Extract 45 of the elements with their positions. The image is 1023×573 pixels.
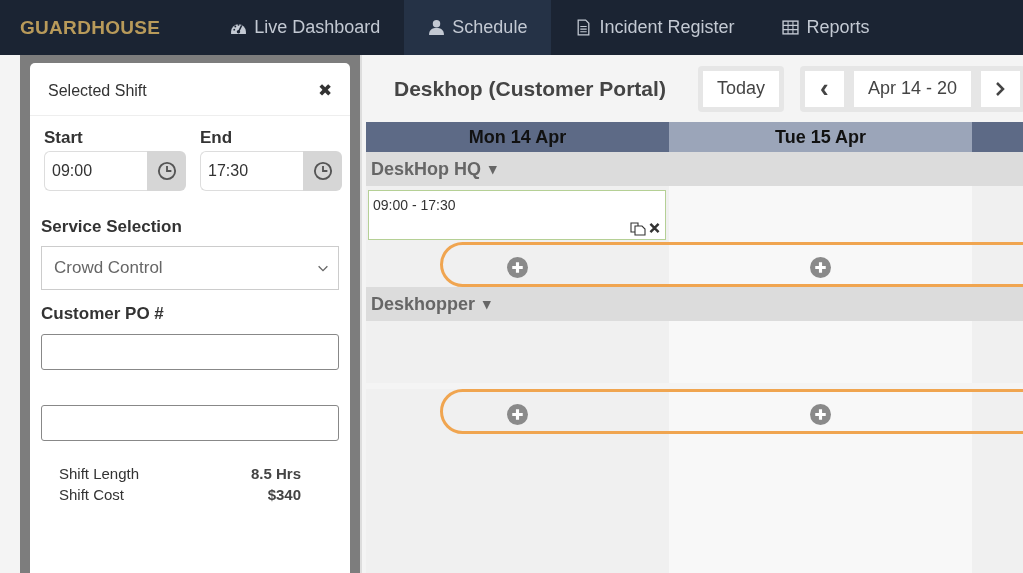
- text-input[interactable]: [41, 405, 339, 441]
- field-label: End: [200, 128, 234, 148]
- brand-logo: GUARDHOUSE: [19, 16, 162, 39]
- shift-time: 09:00 - 17:30: [373, 197, 456, 213]
- close-button[interactable]: ✖: [318, 80, 332, 101]
- group-header[interactable]: Deskhopper ▾: [371, 293, 492, 315]
- today-button[interactable]: Today: [702, 70, 779, 107]
- day-header: Tue 15 Apr: [669, 122, 972, 152]
- nav-item[interactable]: Schedule: [404, 0, 552, 55]
- po-input[interactable]: [41, 334, 339, 370]
- add-icon[interactable]: [810, 404, 831, 425]
- table-icon: [782, 19, 800, 36]
- summary-label: Shift Cost: [59, 486, 126, 503]
- field-label: Start: [44, 128, 84, 148]
- shift-card[interactable]: 09:00 - 17:30: [368, 190, 666, 240]
- group-header[interactable]: DeskHop HQ ▾: [371, 158, 498, 180]
- clock-icon: [312, 161, 333, 181]
- caret-icon: ▾: [489, 160, 498, 178]
- add-icon[interactable]: [507, 257, 528, 278]
- add-icon[interactable]: [507, 404, 528, 425]
- clock-icon: [156, 161, 177, 181]
- summary-label: Shift Length: [59, 465, 141, 482]
- close-icon[interactable]: [648, 220, 661, 236]
- next-button[interactable]: [981, 70, 1020, 107]
- time-input[interactable]: 09:00: [44, 151, 147, 191]
- field-label: Service Selection: [41, 217, 182, 236]
- date-range-button[interactable]: Apr 14 - 20: [853, 70, 971, 107]
- nav-item[interactable]: Reports: [758, 0, 894, 55]
- summary-value: 8.5 Hrs: [250, 465, 301, 482]
- user-icon: [428, 19, 446, 36]
- clock-button[interactable]: [147, 151, 186, 191]
- previous-button[interactable]: ‹: [804, 70, 844, 107]
- copy-icon[interactable]: [630, 220, 646, 236]
- time-input[interactable]: 17:30: [200, 151, 303, 191]
- clock-button[interactable]: [303, 151, 342, 191]
- nav-item[interactable]: Incident Register: [551, 0, 759, 55]
- panel-title: Selected Shift: [48, 81, 147, 100]
- service-dropdown[interactable]: Crowd Control: [41, 246, 339, 290]
- nav-item[interactable]: Live Dashboard: [206, 0, 405, 55]
- summary-value: $340: [266, 486, 301, 503]
- caret-icon: ▾: [483, 295, 492, 313]
- field-label: Customer PO #: [41, 304, 164, 323]
- add-icon[interactable]: [810, 257, 831, 278]
- day-header: Mon 14 Apr: [366, 122, 669, 152]
- schedule-title: Deskhop (Customer Portal): [394, 76, 666, 101]
